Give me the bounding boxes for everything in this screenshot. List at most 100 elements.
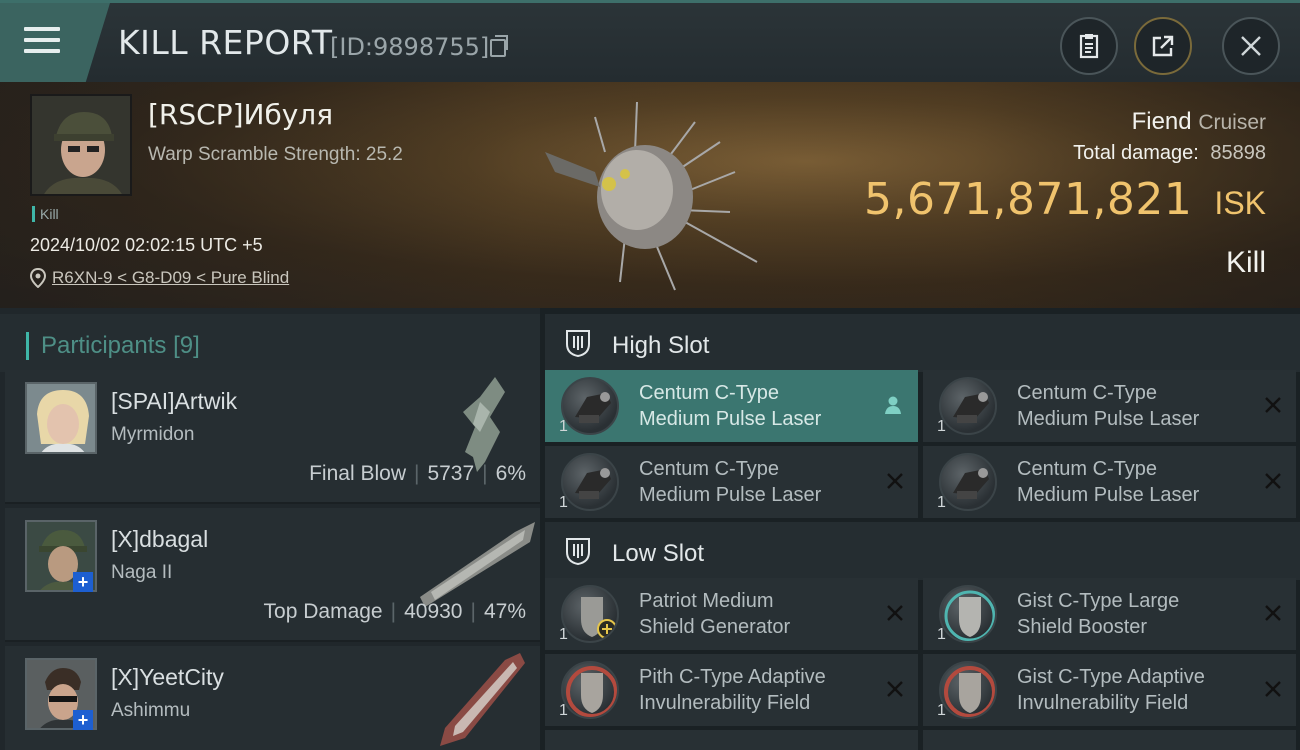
participants-count: [9] xyxy=(173,332,200,359)
participant-ship: Naga II xyxy=(111,562,173,583)
destroyed-x-icon xyxy=(1265,605,1281,621)
participant-percent: 6% xyxy=(495,462,526,485)
kill-datetime: 2024/10/02 02:02:15 UTC +5 xyxy=(30,235,263,255)
participant-damage: 40930 xyxy=(404,600,463,623)
kill-tag: Kill xyxy=(32,206,59,222)
module-slot[interactable]: 1 Patriot Medium Shield Generator xyxy=(545,578,918,650)
clipboard-icon xyxy=(1079,34,1099,59)
participants-title: Participants [9] xyxy=(26,332,200,360)
module-slot-partial[interactable] xyxy=(923,730,1296,750)
stats-separator: | xyxy=(413,462,420,485)
laser-module-icon xyxy=(561,377,619,435)
laser-module-icon xyxy=(939,377,997,435)
module-name: Gist C-Type Adaptive Invulnerability Fiel… xyxy=(1017,664,1247,716)
page-title: KILL REPORT xyxy=(118,23,333,62)
menu-icon-bar xyxy=(24,49,60,53)
plus-icon: + xyxy=(73,572,93,592)
ship-name[interactable]: Fiend xyxy=(1132,108,1192,135)
participant-ship: Ashimmu xyxy=(111,700,191,721)
participant-name[interactable]: [X]YeetCity xyxy=(111,664,224,691)
ship-class: Cruiser xyxy=(1198,111,1266,134)
module-slot-partial[interactable] xyxy=(545,730,918,750)
module-name-line1: Gist C-Type Adaptive xyxy=(1017,666,1205,688)
module-slot[interactable]: 1 Centum C-Type Medium Pulse Laser xyxy=(923,446,1296,518)
stats-separator: | xyxy=(470,600,476,623)
participant-ship-image xyxy=(440,653,525,746)
module-name-line1: Gist C-Type Large xyxy=(1017,590,1180,612)
module-quantity: 1 xyxy=(559,702,568,719)
top-bar: KILL REPORT [ID:9898755] xyxy=(0,0,1300,82)
stats-separator: | xyxy=(390,600,397,623)
fitting-panel: High Slot 1 Centum C-Type Medium Pulse La… xyxy=(540,308,1300,750)
module-quantity: 1 xyxy=(937,418,946,435)
share-icon xyxy=(1152,35,1174,57)
low-slot-label: Low Slot xyxy=(612,540,705,567)
module-name-line1: Centum C-Type xyxy=(639,458,780,480)
participant-row[interactable]: + [X]dbagal Naga II Top Damage | 40930 | 47% xyxy=(5,508,540,642)
participants-panel: Participants [9] [SPAI]Artwik Myrmidon F… xyxy=(0,308,540,750)
module-name-line2: Medium Pulse Laser xyxy=(1017,484,1200,506)
isk-unit: ISK xyxy=(1214,185,1266,221)
module-slot[interactable]: 1 Centum C-Type Medium Pulse Laser xyxy=(545,446,918,518)
destroyed-x-icon xyxy=(887,605,903,621)
clipboard-button[interactable] xyxy=(1060,17,1118,75)
location-pin-icon xyxy=(30,268,46,288)
laser-module-icon xyxy=(939,453,997,511)
victim-summary: [RSCP]Ибуля Warp Scramble Strength: 25.2… xyxy=(0,82,1300,308)
participant-role: Final Blow xyxy=(309,462,406,485)
victim-ship: Fiend Cruiser xyxy=(1132,108,1266,136)
shield-module-icon xyxy=(939,585,997,643)
module-name-line2: Medium Pulse Laser xyxy=(1017,408,1200,430)
module-name-line1: Centum C-Type xyxy=(639,382,780,404)
kill-location[interactable]: R6XN-9 < G8-D09 < Pure Blind xyxy=(30,268,289,288)
close-button[interactable] xyxy=(1222,17,1280,75)
module-name-line1: Centum C-Type xyxy=(1017,382,1158,404)
destroyed-x-icon xyxy=(887,473,903,489)
participant-name[interactable]: [X]dbagal xyxy=(111,526,208,553)
module-name: Centum C-Type Medium Pulse Laser xyxy=(639,380,869,432)
isk-loss: 5,671,871,821 ISK xyxy=(864,174,1266,225)
module-name-line1: Patriot Medium xyxy=(639,590,774,612)
participant-percent: 47% xyxy=(483,600,526,623)
module-slot[interactable]: 1 Centum C-Type Medium Pulse Laser xyxy=(545,370,918,442)
module-quantity: 1 xyxy=(937,494,946,511)
module-name: Centum C-Type Medium Pulse Laser xyxy=(1017,456,1247,508)
participant-name[interactable]: [SPAI]Artwik xyxy=(111,388,237,415)
module-slot[interactable]: 1 Gist C-Type Adaptive Invulnerability Fi… xyxy=(923,654,1296,726)
module-name-line1: Pith C-Type Adaptive xyxy=(639,666,826,688)
slot-icon xyxy=(566,330,590,358)
victim-ship-image xyxy=(545,101,758,291)
copy-icon[interactable] xyxy=(490,35,508,57)
module-slot[interactable]: 1 Centum C-Type Medium Pulse Laser xyxy=(923,370,1296,442)
menu-button[interactable] xyxy=(0,3,110,82)
participants-label: Participants xyxy=(41,332,167,359)
module-quantity: 1 xyxy=(937,626,946,643)
high-slot-header: High Slot xyxy=(545,314,1300,372)
close-icon xyxy=(1241,36,1261,56)
menu-icon xyxy=(24,27,60,31)
total-damage-label: Total damage: xyxy=(1073,142,1199,164)
slot-icon xyxy=(566,538,590,566)
module-name-line2: Shield Generator xyxy=(639,616,791,638)
module-quantity: 1 xyxy=(937,702,946,719)
shield-module-icon xyxy=(561,661,619,719)
victim-avatar[interactable] xyxy=(30,94,132,196)
module-name: Pith C-Type Adaptive Invulnerability Fiel… xyxy=(639,664,869,716)
module-name-line2: Invulnerability Field xyxy=(1017,692,1189,714)
participant-avatar[interactable] xyxy=(25,382,97,454)
share-button[interactable] xyxy=(1134,17,1192,75)
participants-header: Participants [9] xyxy=(0,314,540,372)
victim-name[interactable]: [RSCP]Ибуля xyxy=(148,98,333,131)
module-slot[interactable]: 1 Gist C-Type Large Shield Booster xyxy=(923,578,1296,650)
module-quantity: 1 xyxy=(559,418,568,435)
module-name: Patriot Medium Shield Generator xyxy=(639,588,869,640)
participant-row[interactable]: + [X]YeetCity Ashimmu xyxy=(5,646,540,750)
stats-separator: | xyxy=(482,462,488,485)
module-slot[interactable]: 1 Pith C-Type Adaptive Invulnerability Fi… xyxy=(545,654,918,726)
participant-row[interactable]: [SPAI]Artwik Myrmidon Final Blow | 5737 | 6% xyxy=(5,370,540,504)
total-damage-value: 85898 xyxy=(1210,142,1266,164)
module-name-line2: Medium Pulse Laser xyxy=(639,484,822,506)
participant-ship: Myrmidon xyxy=(111,424,195,445)
location-link[interactable]: R6XN-9 < G8-D09 < Pure Blind xyxy=(52,268,289,288)
destroyed-x-icon xyxy=(1265,681,1281,697)
